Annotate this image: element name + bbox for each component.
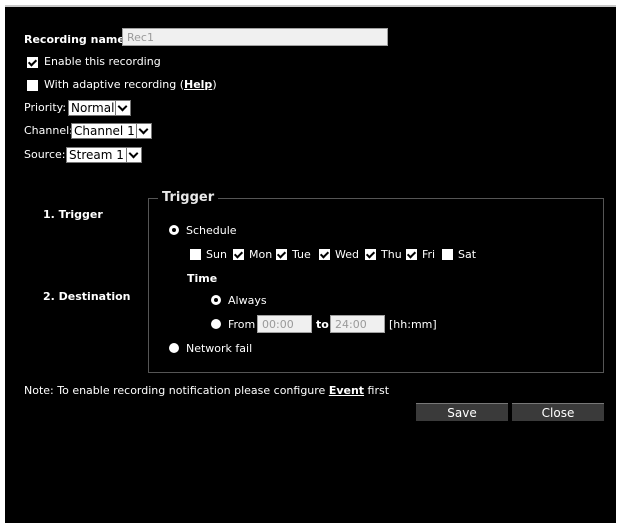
- to-time-input[interactable]: [330, 315, 385, 333]
- step-destination[interactable]: 2. Destination: [43, 290, 131, 303]
- chevron-down-icon: [126, 148, 141, 162]
- priority-label: Priority:: [24, 101, 67, 114]
- priority-value: Normal: [71, 101, 115, 115]
- day-sun-checkbox[interactable]: [190, 249, 201, 260]
- time-label: Time: [187, 272, 218, 285]
- source-label: Source:: [24, 148, 66, 161]
- enable-recording-checkbox[interactable]: [27, 57, 38, 68]
- source-select[interactable]: Stream 1: [66, 147, 142, 163]
- day-wed-checkbox[interactable]: [319, 249, 330, 260]
- channel-select[interactable]: Channel 1: [71, 123, 152, 139]
- adaptive-recording-checkbox[interactable]: [27, 80, 38, 91]
- from-time-input[interactable]: [257, 315, 312, 333]
- day-thu-checkbox[interactable]: [365, 249, 376, 260]
- day-wed-label: Wed: [335, 248, 359, 261]
- always-label: Always: [228, 294, 267, 307]
- day-mon-checkbox[interactable]: [233, 249, 244, 260]
- from-label: From: [228, 318, 256, 331]
- chevron-down-icon: [136, 124, 151, 138]
- network-fail-radio[interactable]: [169, 343, 179, 353]
- time-format-label: [hh:mm]: [389, 318, 437, 331]
- day-thu-label: Thu: [381, 248, 402, 261]
- day-tue-checkbox[interactable]: [276, 249, 287, 260]
- recording-name-input[interactable]: [122, 28, 388, 46]
- day-mon-label: Mon: [249, 248, 273, 261]
- event-link[interactable]: Event: [329, 384, 364, 397]
- day-sun-label: Sun: [206, 248, 227, 261]
- enable-recording-label: Enable this recording: [44, 55, 161, 68]
- note-text: Note: To enable recording notification p…: [24, 384, 390, 397]
- network-fail-label: Network fail: [186, 342, 253, 355]
- recording-name-label: Recording name:: [24, 33, 130, 46]
- day-tue-label: Tue: [292, 248, 311, 261]
- close-button[interactable]: Close: [512, 403, 604, 421]
- source-value: Stream 1: [69, 148, 124, 162]
- to-label: to: [316, 318, 329, 331]
- schedule-radio[interactable]: [169, 225, 179, 235]
- from-radio[interactable]: [211, 319, 221, 329]
- channel-label: Channel:: [24, 124, 73, 137]
- day-fri-label: Fri: [422, 248, 436, 261]
- always-radio[interactable]: [211, 295, 221, 305]
- day-fri-checkbox[interactable]: [406, 249, 417, 260]
- day-sat-checkbox[interactable]: [442, 249, 453, 260]
- help-link[interactable]: Help: [184, 78, 212, 91]
- priority-select[interactable]: Normal: [68, 100, 131, 116]
- adaptive-recording-label: With adaptive recording (Help): [44, 78, 217, 91]
- trigger-legend: Trigger: [158, 190, 219, 205]
- channel-value: Channel 1: [74, 124, 135, 138]
- chevron-down-icon: [115, 101, 130, 115]
- save-button[interactable]: Save: [416, 403, 508, 421]
- step-trigger[interactable]: 1. Trigger: [43, 208, 103, 221]
- day-sat-label: Sat: [458, 248, 477, 261]
- schedule-label: Schedule: [186, 224, 237, 237]
